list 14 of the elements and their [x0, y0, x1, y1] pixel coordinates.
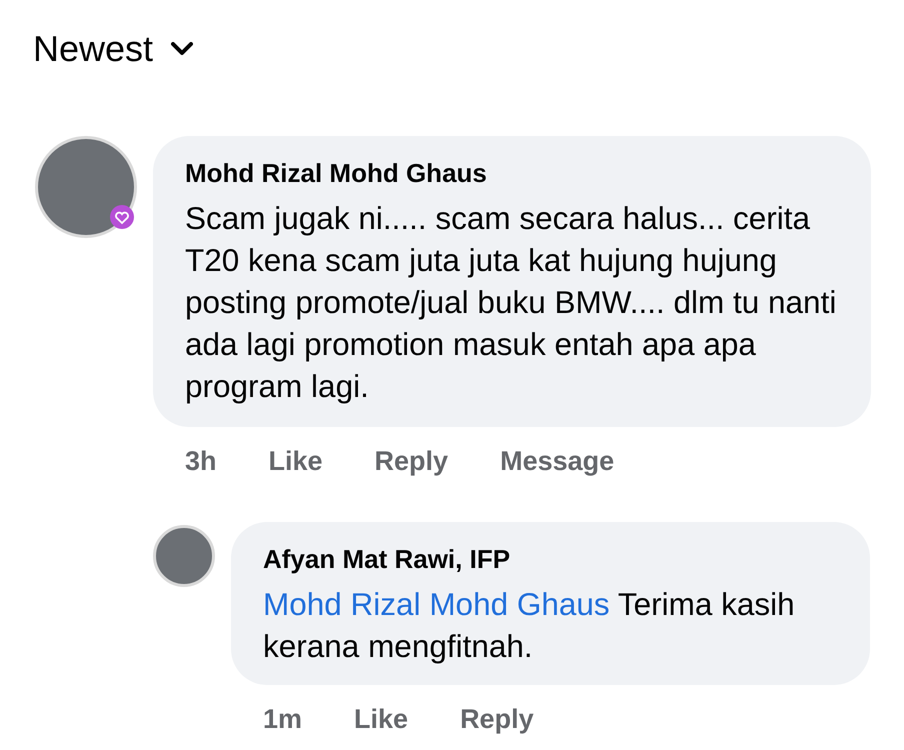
author-name[interactable]: Mohd Rizal Mohd Ghaus	[185, 154, 487, 193]
sort-dropdown[interactable]: Newest	[33, 22, 194, 76]
mention-link[interactable]: Mohd Rizal Mohd Ghaus	[263, 586, 610, 622]
action-link[interactable]: Reply	[460, 698, 534, 739]
comment-text: Mohd Rizal Mohd Ghaus Terima kasih kerana mengfitnah.	[263, 584, 796, 666]
author-name[interactable]: Afyan Mat Rawi, IFP	[263, 540, 510, 578]
action-link[interactable]: Message	[500, 441, 614, 482]
timestamp: 3h	[185, 445, 217, 478]
timestamp: 1m	[263, 702, 302, 736]
comment-text: Scam jugak ni..... scam secara halus... cerita T20 kena scam juta juta kat hujung hujung posting promote/jual buku BMW.... dlm tu nanti ada lagi promotion masuk entah apa apa program lagi.	[185, 199, 838, 406]
action-link[interactable]: Like	[268, 441, 323, 482]
action-link[interactable]: Like	[354, 698, 408, 739]
chevron-down-icon	[171, 42, 194, 56]
action-link[interactable]: Reply	[374, 441, 448, 482]
